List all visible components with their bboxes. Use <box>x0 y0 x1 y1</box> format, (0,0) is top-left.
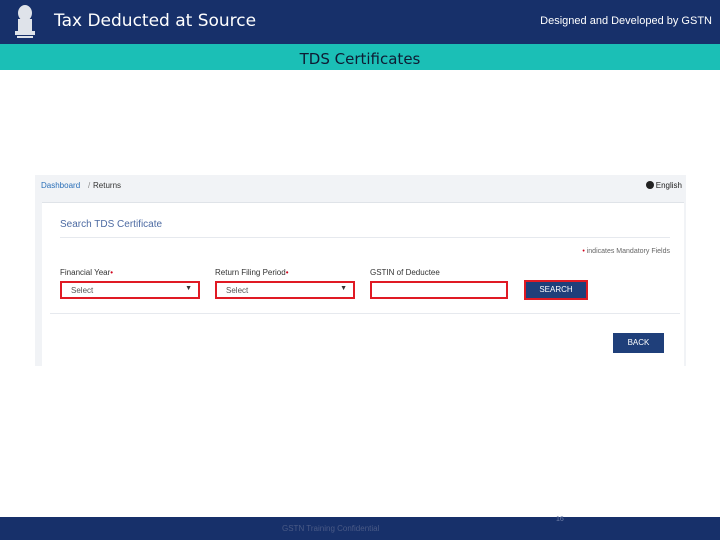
divider <box>60 237 670 238</box>
developer-credit: Designed and Developed by GSTN <box>540 15 712 27</box>
search-button[interactable]: SEARCH <box>524 280 588 300</box>
return-period-label: Return Filing Period• <box>215 268 289 277</box>
emblem-icon <box>15 5 35 38</box>
divider <box>50 313 680 314</box>
language-label: English <box>655 181 682 190</box>
page-number: 16 <box>556 516 564 523</box>
financial-year-value: Select <box>71 286 94 295</box>
header-bar: Tax Deducted at Source Designed and Deve… <box>0 0 720 44</box>
language-selector[interactable]: English <box>645 181 682 190</box>
required-asterisk: • <box>582 248 585 255</box>
financial-year-select[interactable]: Select ▼ <box>60 281 200 299</box>
app-title: Tax Deducted at Source <box>54 11 257 31</box>
back-button[interactable]: BACK <box>613 333 664 353</box>
portal-screenshot: Dashboard / Returns English Search TDS C… <box>35 175 686 366</box>
gstin-label: GSTIN of Deductee <box>370 268 440 277</box>
gstin-input[interactable] <box>370 281 508 299</box>
search-card: Search TDS Certificate • indicates Manda… <box>42 202 684 366</box>
breadcrumb: Dashboard / Returns English <box>35 175 686 197</box>
breadcrumb-dashboard-link[interactable]: Dashboard <box>41 181 80 190</box>
return-period-value: Select <box>226 286 249 295</box>
financial-year-label-text: Financial Year <box>60 268 111 277</box>
globe-icon <box>645 181 654 189</box>
page-title: TDS Certificates <box>299 50 421 68</box>
required-asterisk: • <box>285 268 289 277</box>
breadcrumb-current: Returns <box>93 181 122 190</box>
return-period-select[interactable]: Select ▼ <box>215 281 355 299</box>
breadcrumb-separator: / <box>88 181 91 190</box>
mandatory-note: • indicates Mandatory Fields <box>582 248 670 255</box>
financial-year-label: Financial Year• <box>60 268 113 277</box>
mandatory-note-text: indicates Mandatory Fields <box>586 248 670 255</box>
chevron-down-icon: ▼ <box>340 285 347 292</box>
required-asterisk: • <box>110 268 114 277</box>
chevron-down-icon: ▼ <box>185 285 192 292</box>
return-period-label-text: Return Filing Period <box>215 268 286 277</box>
card-title: Search TDS Certificate <box>60 219 163 230</box>
footer-text: GSTN Training Confidential <box>282 524 380 533</box>
